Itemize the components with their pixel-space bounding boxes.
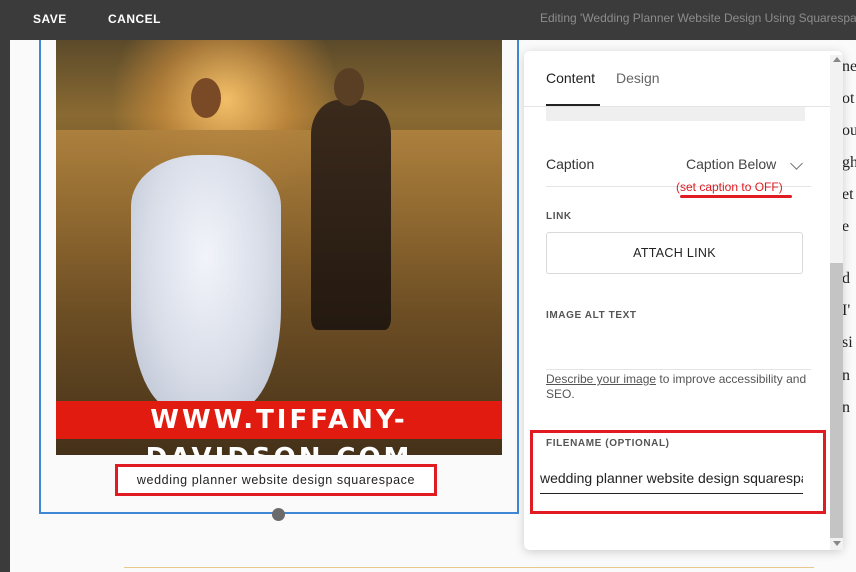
filename-field[interactable]	[540, 463, 803, 494]
describe-image-link[interactable]: Describe your image	[546, 372, 656, 386]
article-text-fragment: ne	[842, 58, 856, 75]
image-settings-panel: Content Design Caption Caption Below (se…	[524, 51, 843, 550]
preview-strip	[546, 107, 805, 121]
filename-label: FILENAME (OPTIONAL)	[546, 438, 670, 449]
tab-content[interactable]: Content	[546, 70, 595, 86]
link-label: LINK	[546, 211, 572, 222]
article-text-fragment: gh	[842, 154, 856, 171]
scroll-up-icon[interactable]	[833, 57, 841, 62]
left-edge-strip	[0, 40, 10, 572]
tab-design[interactable]: Design	[616, 70, 660, 86]
article-text-fragment: ot	[842, 90, 855, 107]
caption-highlight-box: wedding planner website design squarespa…	[115, 464, 437, 496]
alt-text-label: IMAGE ALT TEXT	[546, 310, 637, 321]
article-text-fragment: d	[842, 270, 850, 287]
divider-line	[124, 567, 814, 568]
cancel-button[interactable]: CANCEL	[108, 12, 161, 26]
caption-select[interactable]: Caption Below	[686, 156, 776, 172]
article-text-fragment: e	[842, 218, 850, 235]
save-button[interactable]: SAVE	[33, 12, 67, 26]
alt-text-field-line[interactable]	[546, 369, 811, 370]
article-text-fragment: n	[842, 399, 850, 416]
article-text-fragment: I'	[842, 302, 851, 319]
article-text-fragment: ou	[842, 122, 856, 139]
editor-top-bar: SAVE CANCEL Editing 'Wedding Planner Web…	[0, 0, 856, 40]
annotation-underline	[680, 195, 792, 198]
article-text-fragment: et	[842, 186, 854, 203]
annotation-note: (set caption to OFF)	[676, 180, 783, 194]
wedding-photo[interactable]: WWW.TIFFANY-DAVIDSON.COM	[56, 40, 502, 455]
chevron-down-icon[interactable]	[790, 157, 803, 170]
bride-dress	[131, 155, 281, 410]
groom-head	[334, 68, 364, 106]
alt-text-help: Describe your image to improve accessibi…	[546, 372, 811, 402]
groom-figure	[311, 100, 391, 330]
image-caption[interactable]: wedding planner website design squarespa…	[118, 467, 434, 493]
panel-tabs: Content Design	[524, 51, 843, 107]
attach-link-button[interactable]: ATTACH LINK	[546, 232, 803, 274]
editing-title: Editing 'Wedding Planner Website Design …	[540, 11, 856, 25]
active-tab-indicator	[546, 104, 600, 106]
article-text-fragment: n	[842, 367, 850, 384]
caption-label: Caption	[546, 156, 595, 172]
panel-scrollbar-thumb[interactable]	[830, 263, 843, 538]
resize-handle[interactable]	[272, 508, 285, 521]
scroll-down-icon[interactable]	[833, 541, 841, 546]
article-text-fragment: si	[842, 334, 853, 351]
bride-head	[191, 78, 221, 118]
website-banner: WWW.TIFFANY-DAVIDSON.COM	[56, 401, 502, 455]
